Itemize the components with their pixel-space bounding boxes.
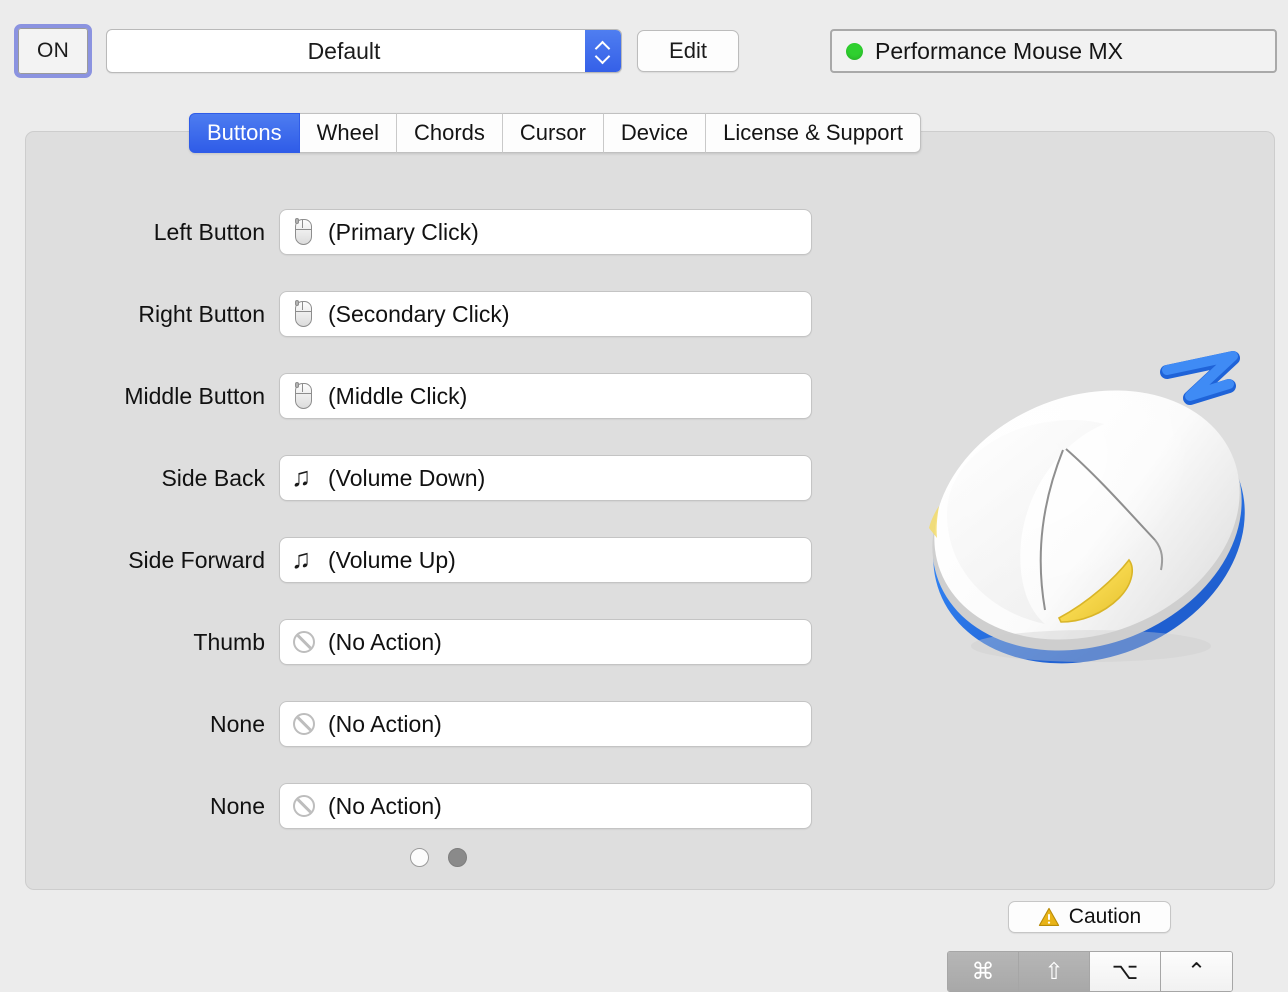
action-value: (Middle Click)	[328, 383, 467, 410]
tab-device-label: Device	[621, 120, 688, 146]
no-action-icon	[289, 790, 317, 822]
button-row: None (No Action)	[26, 774, 850, 838]
action-value: (Volume Down)	[328, 465, 485, 492]
profile-select[interactable]: Default	[106, 29, 622, 73]
action-select-side-back[interactable]: ♫ (Volume Down)	[279, 455, 812, 501]
action-select-none-1[interactable]: (No Action)	[279, 701, 812, 747]
action-select-thumb[interactable]: (No Action)	[279, 619, 812, 665]
action-select-middle-button[interactable]: (Middle Click)	[279, 373, 812, 419]
row-label: Thumb	[26, 629, 279, 656]
button-row: Left Button (Primary Click)	[26, 200, 850, 264]
caution-button[interactable]: Caution	[1008, 901, 1171, 933]
status-dot-icon	[846, 43, 863, 60]
page-dot-2[interactable]	[448, 848, 467, 867]
row-label: Right Button	[26, 301, 279, 328]
option-key[interactable]: ⌥	[1090, 952, 1161, 991]
mouse-icon	[289, 380, 317, 412]
chevron-down-icon	[596, 53, 610, 61]
tab-license-support-label: License & Support	[723, 120, 903, 146]
tab-device[interactable]: Device	[604, 113, 706, 153]
edit-button[interactable]: Edit	[637, 30, 739, 72]
row-label: Side Forward	[26, 547, 279, 574]
action-select-none-2[interactable]: (No Action)	[279, 783, 812, 829]
row-label: Left Button	[26, 219, 279, 246]
option-key-icon: ⌥	[1112, 958, 1139, 985]
caution-button-label: Caution	[1069, 905, 1141, 929]
buttons-panel: Left Button (Primary Click) Right Button…	[25, 131, 1275, 890]
tab-cursor[interactable]: Cursor	[503, 113, 604, 153]
button-row: None (No Action)	[26, 692, 850, 756]
action-value: (No Action)	[328, 793, 442, 820]
action-select-left-button[interactable]: (Primary Click)	[279, 209, 812, 255]
action-select-side-forward[interactable]: ♫ (Volume Up)	[279, 537, 812, 583]
shift-key[interactable]: ⇧	[1019, 952, 1090, 991]
action-select-right-button[interactable]: (Secondary Click)	[279, 291, 812, 337]
power-toggle-button[interactable]: ON	[14, 24, 92, 78]
command-key[interactable]: ⌘	[948, 952, 1019, 991]
action-value: (Secondary Click)	[328, 301, 510, 328]
music-note-icon: ♫	[289, 462, 317, 494]
tab-bar: Buttons Wheel Chords Cursor Device Licen…	[189, 113, 921, 153]
warning-triangle-icon	[1038, 907, 1060, 927]
music-note-icon: ♫	[289, 544, 317, 576]
tab-wheel-label: Wheel	[317, 120, 379, 146]
toolbar: ON Default Edit Performance Mouse MX	[0, 0, 1288, 102]
power-toggle-label: ON	[37, 39, 69, 63]
action-value: (No Action)	[328, 711, 442, 738]
tab-license-support[interactable]: License & Support	[706, 113, 921, 153]
row-label: Side Back	[26, 465, 279, 492]
profile-stepper[interactable]	[585, 30, 621, 72]
no-action-icon	[289, 626, 317, 658]
control-key[interactable]: ⌃	[1161, 952, 1232, 991]
modifier-key-group: ⌘ ⇧ ⌥ ⌃	[947, 951, 1233, 992]
button-row: Middle Button (Middle Click)	[26, 364, 850, 428]
performance-mouse-mx-illustration	[911, 302, 1281, 692]
tab-chords[interactable]: Chords	[397, 113, 503, 153]
device-status-bar[interactable]: Performance Mouse MX	[830, 29, 1277, 73]
action-value: (Volume Up)	[328, 547, 456, 574]
action-value: (Primary Click)	[328, 219, 479, 246]
button-row: Side Back ♫ (Volume Down)	[26, 446, 850, 510]
tab-buttons[interactable]: Buttons	[189, 113, 300, 153]
mouse-icon	[289, 298, 317, 330]
control-key-icon: ⌃	[1187, 958, 1206, 985]
no-action-icon	[289, 708, 317, 740]
button-row: Side Forward ♫ (Volume Up)	[26, 528, 850, 592]
button-assignment-list: Left Button (Primary Click) Right Button…	[26, 200, 850, 856]
pagination-dots	[26, 848, 850, 867]
device-name-label: Performance Mouse MX	[875, 38, 1123, 65]
row-label: None	[26, 793, 279, 820]
tab-buttons-label: Buttons	[207, 120, 282, 146]
tab-chords-label: Chords	[414, 120, 485, 146]
row-label: Middle Button	[26, 383, 279, 410]
edit-button-label: Edit	[669, 38, 707, 64]
mouse-icon	[289, 216, 317, 248]
command-key-icon: ⌘	[972, 958, 995, 985]
button-row: Thumb (No Action)	[26, 610, 850, 674]
page-dot-1[interactable]	[410, 848, 429, 867]
tab-cursor-label: Cursor	[520, 120, 586, 146]
shift-key-icon: ⇧	[1044, 958, 1063, 985]
row-label: None	[26, 711, 279, 738]
button-row: Right Button (Secondary Click)	[26, 282, 850, 346]
profile-select-value: Default	[107, 38, 621, 65]
tab-wheel[interactable]: Wheel	[300, 113, 397, 153]
action-value: (No Action)	[328, 629, 442, 656]
